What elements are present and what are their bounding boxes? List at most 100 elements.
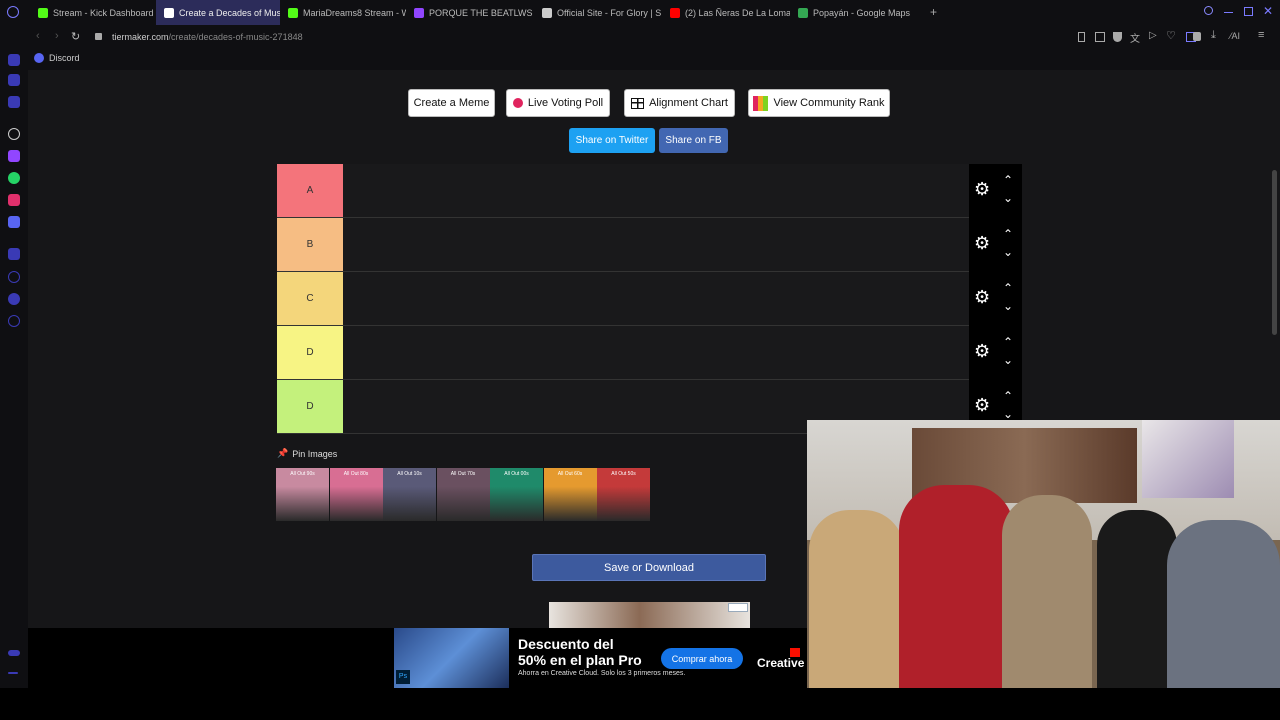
sidebar-nodes-icon[interactable] bbox=[8, 293, 20, 305]
tab-2[interactable]: MariaDreams8 Stream - W bbox=[280, 0, 406, 25]
back-icon[interactable]: ‹ bbox=[36, 30, 40, 42]
tier-row[interactable]: A bbox=[277, 164, 969, 218]
tier-label[interactable]: A bbox=[277, 164, 343, 217]
tiermaker-icon bbox=[164, 7, 174, 18]
sidebar-gx-icon[interactable] bbox=[8, 650, 20, 656]
restore-icon[interactable] bbox=[1244, 7, 1253, 16]
chevron-down-icon[interactable]: ⌄ bbox=[1000, 246, 1016, 258]
menu-icon[interactable]: ≡ bbox=[1258, 29, 1264, 41]
live-voting-button[interactable]: Live Voting Poll bbox=[506, 89, 610, 117]
share-fb-label: Share on FB bbox=[665, 135, 722, 146]
sidebar-mail-icon[interactable] bbox=[8, 54, 20, 66]
share-fb-button[interactable]: Share on FB bbox=[659, 128, 728, 153]
forward-icon[interactable]: › bbox=[55, 30, 59, 42]
ad-image-preview[interactable] bbox=[549, 602, 750, 628]
gear-icon[interactable]: ⚙ bbox=[974, 234, 992, 252]
browser-sidebar bbox=[0, 50, 28, 690]
tier-item-image[interactable]: All Out 80s bbox=[329, 468, 383, 521]
reload-icon[interactable]: ↻ bbox=[71, 30, 80, 43]
tier-item-image[interactable]: All Out 00s bbox=[490, 468, 543, 521]
gear-icon[interactable]: ⚙ bbox=[974, 396, 992, 414]
url-field[interactable]: tiermaker.com/create/decades-of-music-27… bbox=[112, 32, 303, 42]
heart-icon[interactable]: ♡ bbox=[1166, 29, 1176, 42]
tier-label[interactable]: C bbox=[277, 272, 343, 325]
tier-item-image[interactable]: All Out 10s bbox=[383, 468, 436, 521]
bookmark-discord[interactable]: Discord bbox=[34, 53, 80, 63]
url-domain: tiermaker.com bbox=[112, 32, 169, 42]
tab-5[interactable]: (2) Las Ñeras De La Loma bbox=[662, 0, 790, 25]
chevron-up-icon[interactable]: ⌃ bbox=[1000, 282, 1016, 294]
chevron-up-icon[interactable]: ⌃ bbox=[1000, 228, 1016, 240]
ad-banner[interactable]: Ps Descuento del 50% en el plan Pro Ahor… bbox=[394, 628, 807, 688]
tier-label[interactable]: B bbox=[277, 218, 343, 271]
tier-row[interactable]: C bbox=[277, 272, 969, 326]
sidebar-clock-icon[interactable] bbox=[8, 271, 20, 283]
create-meme-button[interactable]: Create a Meme bbox=[408, 89, 495, 117]
sidebar-openai-icon[interactable] bbox=[8, 128, 20, 140]
alignment-chart-button[interactable]: Alignment Chart bbox=[624, 89, 735, 117]
minimize-icon[interactable] bbox=[1224, 12, 1233, 13]
sidebar-more-icon[interactable] bbox=[8, 672, 18, 674]
sidebar-notes-icon[interactable] bbox=[8, 74, 20, 86]
search-tabs-icon[interactable] bbox=[1204, 6, 1213, 15]
tab-1[interactable]: Create a Decades of Musi bbox=[156, 0, 280, 25]
save-download-button[interactable]: Save or Download bbox=[532, 554, 766, 581]
chevron-down-icon[interactable]: ⌄ bbox=[1000, 300, 1016, 312]
chevron-down-icon[interactable]: ⌄ bbox=[1000, 408, 1016, 420]
share-twitter-button[interactable]: Share on Twitter bbox=[569, 128, 655, 153]
translate-icon[interactable]: 文 bbox=[1130, 30, 1140, 45]
tab-label: Official Site - For Glory | S bbox=[557, 7, 662, 18]
tab-0[interactable]: Stream - Kick Dashboard bbox=[30, 0, 156, 25]
tier-item-image[interactable]: All Out 70s bbox=[436, 468, 490, 521]
sidebar-instagram-icon[interactable] bbox=[8, 194, 20, 206]
chevron-up-icon[interactable]: ⌃ bbox=[1000, 174, 1016, 186]
ad-cta-button[interactable]: Comprar ahora bbox=[661, 648, 743, 669]
browser-logo-icon[interactable] bbox=[7, 6, 19, 18]
gear-icon[interactable]: ⚙ bbox=[974, 342, 992, 360]
address-bar-row: ‹ › ↻ tiermaker.com/create/decades-of-mu… bbox=[0, 25, 1280, 50]
chevron-up-icon[interactable]: ⌃ bbox=[1000, 336, 1016, 348]
chevron-down-icon[interactable]: ⌄ bbox=[1000, 354, 1016, 366]
ai-icon[interactable]: ⁄AI bbox=[1230, 31, 1240, 41]
scrollbar-thumb[interactable] bbox=[1272, 170, 1277, 335]
new-tab-icon[interactable]: + bbox=[930, 5, 937, 19]
tier-label[interactable]: D bbox=[277, 326, 343, 379]
sidebar-twitch-icon[interactable] bbox=[8, 150, 20, 162]
sidebar-music-icon[interactable] bbox=[8, 248, 20, 260]
ad-subtext: Ahorra en Creative Cloud. Solo los 3 pri… bbox=[518, 670, 686, 677]
sidebar-m-icon[interactable] bbox=[8, 96, 20, 108]
play-icon[interactable]: ▷ bbox=[1149, 30, 1157, 41]
tier-label[interactable]: D bbox=[277, 380, 343, 433]
pin-images-toggle[interactable]: 📌 Pin Images bbox=[277, 448, 337, 459]
tier-item-image[interactable]: All Out 90s bbox=[276, 468, 329, 521]
chevron-up-icon[interactable]: ⌃ bbox=[1000, 390, 1016, 402]
tier-row[interactable]: D bbox=[277, 326, 969, 380]
shield-icon[interactable] bbox=[1113, 32, 1122, 42]
chevron-down-icon[interactable]: ⌄ bbox=[1000, 192, 1016, 204]
bookmark-icon[interactable] bbox=[1078, 32, 1085, 42]
close-window-icon[interactable]: ✕ bbox=[1263, 4, 1273, 18]
tab-4[interactable]: Official Site - For Glory | S bbox=[534, 0, 662, 25]
ad-choices-icon[interactable] bbox=[728, 603, 748, 612]
download-icon[interactable]: ⤓ bbox=[1211, 29, 1216, 42]
image-caption: All Out 80s bbox=[343, 471, 369, 477]
tier-controls: ⚙ ⌃ ⌄ bbox=[969, 164, 1022, 218]
tier-item-image[interactable]: All Out 60s bbox=[543, 468, 597, 521]
steam-icon bbox=[542, 7, 552, 18]
tier-item-image[interactable]: All Out 50s bbox=[597, 468, 650, 521]
sidebar-whatsapp-icon[interactable] bbox=[8, 172, 20, 184]
sidebar-discord-icon[interactable] bbox=[8, 216, 20, 228]
tab-label: MariaDreams8 Stream - W bbox=[303, 7, 406, 18]
screenshot-icon[interactable] bbox=[1095, 32, 1105, 42]
tier-row[interactable]: B bbox=[277, 218, 969, 272]
sidebar-settings-icon[interactable] bbox=[8, 315, 20, 327]
gear-icon[interactable]: ⚙ bbox=[974, 288, 992, 306]
ad-photo bbox=[394, 628, 509, 688]
youtube-icon bbox=[670, 7, 680, 18]
community-rank-button[interactable]: View Community Rank bbox=[748, 89, 890, 117]
kick-icon bbox=[288, 7, 298, 18]
gear-icon[interactable]: ⚙ bbox=[974, 180, 992, 198]
extensions-icon[interactable] bbox=[1193, 32, 1201, 41]
tab-6[interactable]: Popayán - Google Maps bbox=[790, 0, 916, 25]
tab-3[interactable]: PORQUE THE BEATLWS S bbox=[406, 0, 534, 25]
